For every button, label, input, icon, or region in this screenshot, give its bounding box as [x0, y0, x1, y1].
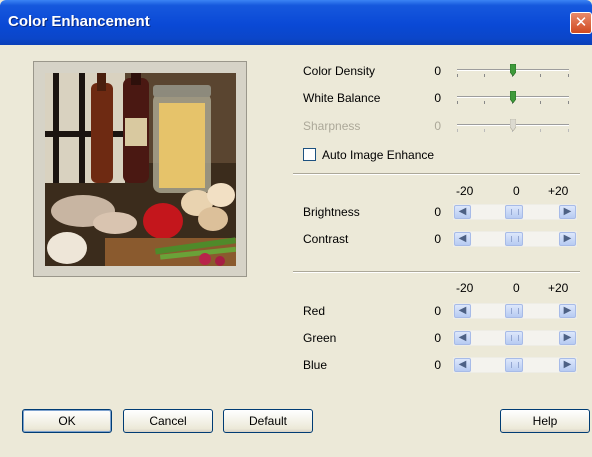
- brightness-scroll-thumb[interactable]: [505, 205, 523, 219]
- brightness-value: 0: [434, 205, 441, 219]
- contrast-scroll-thumb[interactable]: [505, 232, 523, 246]
- help-button[interactable]: Help: [500, 409, 590, 433]
- scale-min-label: -20: [456, 281, 474, 295]
- green-left-arrow-icon[interactable]: ◀: [454, 331, 471, 345]
- green-value: 0: [434, 331, 441, 345]
- contrast-value: 0: [434, 232, 441, 246]
- cancel-button[interactable]: Cancel: [123, 409, 213, 433]
- scale-mid-label: 0: [513, 184, 520, 198]
- brightness-right-arrow-icon[interactable]: ▶: [559, 205, 576, 219]
- red-right-arrow-icon[interactable]: ▶: [559, 304, 576, 318]
- scale-min-label: -20: [456, 184, 474, 198]
- blue-label: Blue: [303, 358, 328, 372]
- preview-image: [45, 73, 236, 266]
- contrast-right-arrow-icon[interactable]: ▶: [559, 232, 576, 246]
- red-scroll-thumb[interactable]: [505, 304, 523, 318]
- brightness-label: Brightness: [303, 205, 360, 219]
- scale-max-label: +20: [548, 184, 569, 198]
- green-scrollbar[interactable]: ◀ ▶: [453, 330, 577, 346]
- contrast-scrollbar[interactable]: ◀ ▶: [453, 231, 577, 247]
- brightness-scrollbar[interactable]: ◀ ▶: [453, 204, 577, 220]
- sharpness-slider: [457, 118, 569, 134]
- auto-image-enhance-checkbox[interactable]: [303, 148, 316, 161]
- color-density-value: 0: [434, 64, 441, 78]
- white-balance-thumb[interactable]: [509, 90, 517, 104]
- color-density-slider[interactable]: [457, 63, 569, 79]
- blue-value: 0: [434, 358, 441, 372]
- separator: [293, 173, 580, 175]
- blue-scrollbar[interactable]: ◀ ▶: [453, 357, 577, 373]
- preview-frame: [33, 61, 247, 277]
- auto-image-enhance-label: Auto Image Enhance: [322, 148, 435, 162]
- color-density-thumb[interactable]: [509, 63, 517, 77]
- sharpness-thumb: [509, 118, 517, 132]
- white-balance-label: White Balance: [303, 91, 381, 105]
- close-icon[interactable]: ✕: [570, 12, 592, 34]
- red-scrollbar[interactable]: ◀ ▶: [453, 303, 577, 319]
- red-label: Red: [303, 304, 326, 318]
- green-label: Green: [303, 331, 337, 345]
- blue-scroll-thumb[interactable]: [505, 358, 523, 372]
- title-bar[interactable]: Color Enhancement ✕: [0, 0, 592, 45]
- sharpness-value: 0: [434, 119, 441, 133]
- blue-left-arrow-icon[interactable]: ◀: [454, 358, 471, 372]
- white-balance-value: 0: [434, 91, 441, 105]
- window-title: Color Enhancement: [8, 13, 150, 30]
- contrast-left-arrow-icon[interactable]: ◀: [454, 232, 471, 246]
- contrast-label: Contrast: [303, 232, 349, 246]
- default-button[interactable]: Default: [223, 409, 313, 433]
- ok-button[interactable]: OK: [22, 409, 112, 433]
- red-value: 0: [434, 304, 441, 318]
- white-balance-slider[interactable]: [457, 90, 569, 106]
- dialog-window: Color Enhancement ✕ Color Density 0 Whit…: [0, 0, 592, 457]
- green-scroll-thumb[interactable]: [505, 331, 523, 345]
- blue-right-arrow-icon[interactable]: ▶: [559, 358, 576, 372]
- color-density-label: Color Density: [303, 64, 376, 78]
- green-right-arrow-icon[interactable]: ▶: [559, 331, 576, 345]
- brightness-left-arrow-icon[interactable]: ◀: [454, 205, 471, 219]
- scale-mid-label: 0: [513, 281, 520, 295]
- red-left-arrow-icon[interactable]: ◀: [454, 304, 471, 318]
- still-life-photo: [45, 73, 236, 266]
- separator: [293, 271, 580, 273]
- scale-max-label: +20: [548, 281, 569, 295]
- sharpness-label: Sharpness: [303, 119, 361, 133]
